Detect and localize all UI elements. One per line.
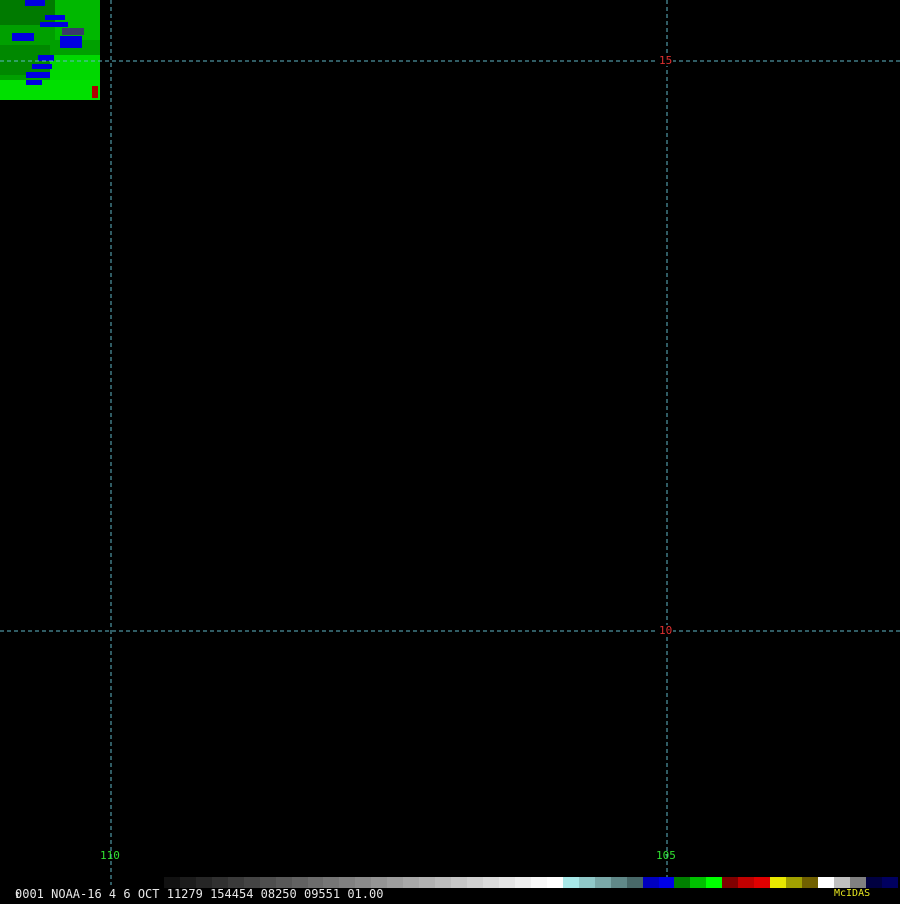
colorbar-swatch (690, 877, 707, 888)
colorbar-swatch (833, 877, 850, 888)
satellite-map: 15 10 110 105 (0, 0, 900, 900)
colorbar-swatch (754, 877, 771, 888)
map-canvas (0, 0, 900, 885)
colorbar-swatch (626, 877, 643, 888)
status-line: 0001 NOAA-16 4 6 OCT 11279 154454 08250 … (15, 887, 384, 901)
colorbar-swatch (802, 877, 819, 888)
colorbar-swatch (483, 877, 499, 888)
latitude-label: 15 (658, 54, 674, 67)
colorbar-swatch (738, 877, 755, 888)
colorbar-swatch (467, 877, 484, 888)
colorbar-swatch (849, 877, 866, 888)
latitude-label: 10 (658, 624, 674, 637)
longitude-label: 105 (656, 849, 676, 862)
colorbar-swatch (706, 877, 723, 888)
colorbar-swatch (610, 877, 627, 888)
colorbar-swatch (403, 877, 420, 888)
colorbar-swatch (514, 877, 531, 888)
mcidas-brand: McIDAS (834, 888, 871, 899)
colorbar-swatch (578, 877, 595, 888)
lat-lon-gridlines (0, 0, 900, 885)
longitude-label: 110 (100, 849, 120, 862)
colorbar-swatch (419, 877, 436, 888)
colorbar-swatch (435, 877, 452, 888)
colorbar-swatch (387, 877, 404, 888)
colorbar-swatch (770, 877, 787, 888)
colorbar-swatch (818, 877, 834, 888)
colorbar-swatch (642, 877, 659, 888)
colorbar-swatch (498, 877, 515, 888)
colorbar-swatch (786, 877, 803, 888)
colorbar-swatch (562, 877, 579, 888)
colorbar-swatch (658, 877, 675, 888)
colorbar-swatch (881, 877, 898, 888)
colorbar-swatch (674, 877, 691, 888)
colorbar-swatch (722, 877, 739, 888)
colorbar-swatch (594, 877, 611, 888)
colorbar-swatch (451, 877, 468, 888)
colorbar-swatch (865, 877, 882, 888)
colorbar-swatch (546, 877, 563, 888)
colorbar-swatch (530, 877, 547, 888)
satellite-image-patch (0, 0, 100, 100)
